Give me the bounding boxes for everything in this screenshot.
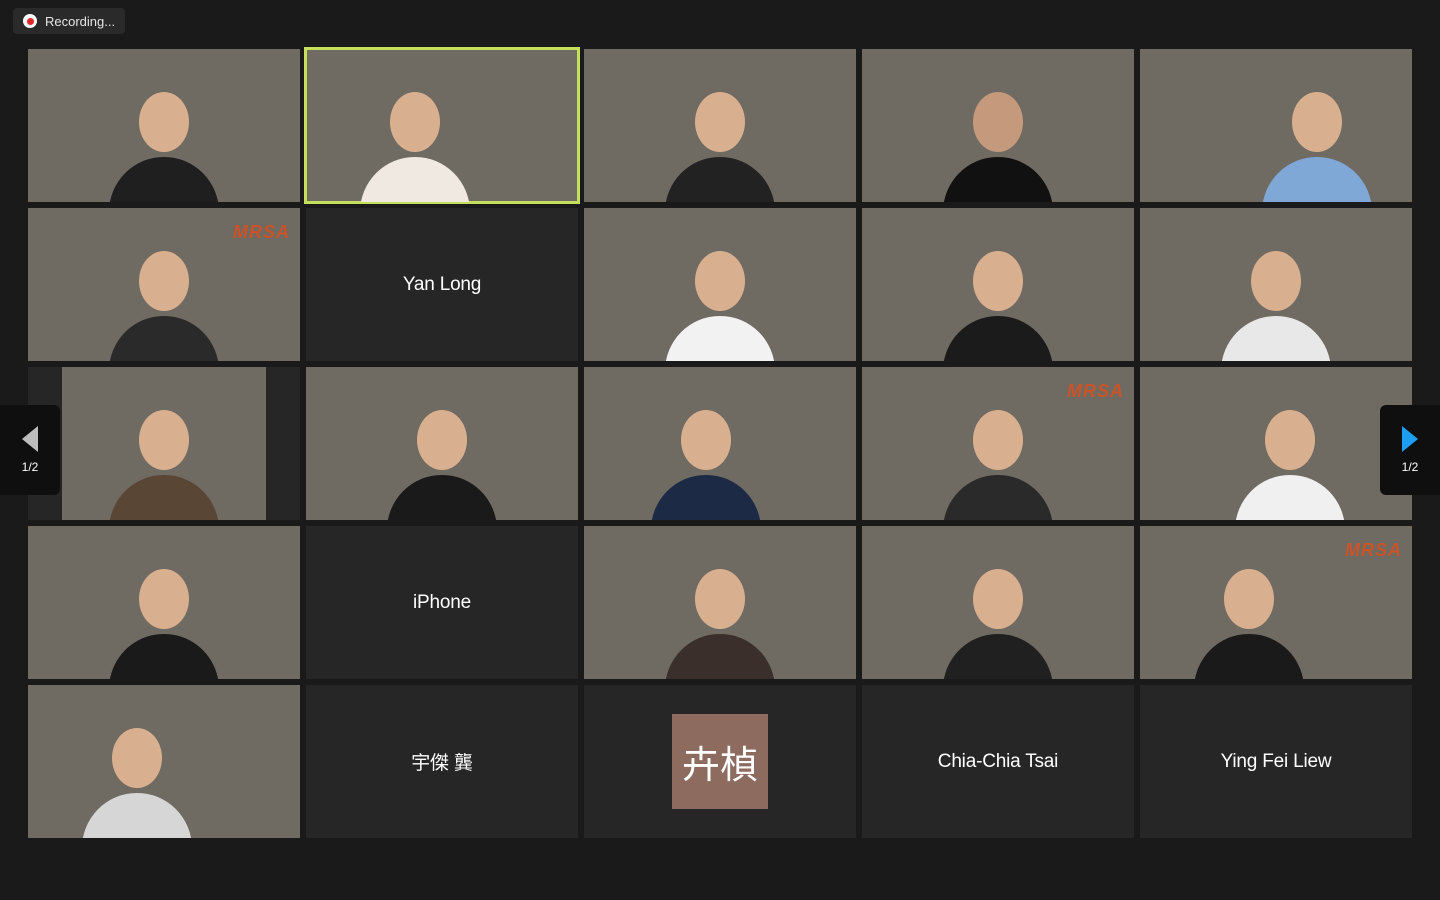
participant-video bbox=[1221, 241, 1331, 361]
page-indicator: 1/2 bbox=[1401, 460, 1419, 474]
mrsa-logo: MRSA bbox=[1067, 381, 1124, 401]
participant-name: iPhone bbox=[413, 591, 471, 613]
participant-video bbox=[109, 400, 219, 520]
participant-video bbox=[943, 400, 1053, 520]
participant-video-tile[interactable] bbox=[28, 367, 300, 520]
active-speaker-video-tile[interactable] bbox=[304, 47, 580, 204]
participant-video bbox=[109, 559, 219, 679]
participant-video bbox=[665, 559, 775, 679]
participant-video-tile[interactable]: MRSA bbox=[862, 367, 1134, 520]
participant-video-tile[interactable] bbox=[862, 208, 1134, 361]
participant-video-tile[interactable] bbox=[28, 526, 300, 679]
participant-video-tile[interactable] bbox=[28, 685, 300, 838]
record-icon bbox=[23, 14, 37, 28]
participant-video-tile[interactable] bbox=[584, 367, 856, 520]
participant-video bbox=[359, 82, 470, 202]
participant-avatar-tile[interactable]: 卉楨 bbox=[584, 685, 856, 838]
previous-page-button[interactable]: 1/2 bbox=[0, 405, 60, 495]
participant-video-tile[interactable] bbox=[862, 49, 1134, 202]
participant-video-tile[interactable] bbox=[306, 367, 578, 520]
participant-video bbox=[1261, 82, 1372, 202]
participant-video-tile[interactable] bbox=[1140, 208, 1412, 361]
participant-video bbox=[81, 718, 192, 838]
participant-video-tile[interactable] bbox=[1140, 367, 1412, 520]
participant-video bbox=[387, 400, 497, 520]
arrow-left-icon bbox=[22, 426, 38, 452]
participant-video-tile[interactable]: MRSA bbox=[28, 208, 300, 361]
participant-name: Chia-Chia Tsai bbox=[937, 750, 1059, 772]
participant-video-tile[interactable] bbox=[28, 49, 300, 202]
recording-label: Recording... bbox=[45, 13, 116, 29]
recording-indicator[interactable]: Recording... bbox=[13, 8, 126, 34]
participant-video-tile[interactable] bbox=[862, 526, 1134, 679]
letterbox-right bbox=[266, 367, 300, 520]
participant-video bbox=[943, 82, 1053, 202]
page-indicator: 1/2 bbox=[21, 460, 39, 474]
participant-name-tile[interactable]: Ying Fei Liew bbox=[1140, 685, 1412, 838]
participant-video-tile[interactable] bbox=[584, 49, 856, 202]
participant-name-tile[interactable]: 宇傑 龔 bbox=[306, 685, 578, 838]
participant-video-tile[interactable] bbox=[584, 526, 856, 679]
participant-name-tile[interactable]: Yan Long bbox=[306, 208, 578, 361]
participant-video bbox=[1234, 400, 1345, 520]
participant-grid: MRSA Yan Long MRSA iPhone MRSA 宇傑 龔 卉楨 C… bbox=[28, 47, 1412, 838]
participant-name: Ying Fei Liew bbox=[1220, 750, 1332, 772]
participant-video-tile[interactable] bbox=[1140, 49, 1412, 202]
participant-video-tile[interactable]: MRSA bbox=[1140, 526, 1412, 679]
participant-video bbox=[665, 82, 775, 202]
participant-avatar: 卉楨 bbox=[672, 714, 768, 809]
participant-video bbox=[651, 400, 762, 520]
mrsa-logo: MRSA bbox=[1345, 540, 1402, 560]
arrow-right-icon bbox=[1402, 426, 1418, 452]
mrsa-logo: MRSA bbox=[233, 222, 290, 242]
participant-name-tile[interactable]: Chia-Chia Tsai bbox=[862, 685, 1134, 838]
participant-video bbox=[109, 241, 219, 361]
participant-video bbox=[943, 559, 1053, 679]
participant-name: 宇傑 龔 bbox=[411, 753, 473, 774]
participant-name-tile[interactable]: iPhone bbox=[306, 526, 578, 679]
participant-video bbox=[1193, 559, 1304, 679]
participant-video bbox=[943, 241, 1053, 361]
next-page-button[interactable]: 1/2 bbox=[1380, 405, 1440, 495]
participant-video bbox=[665, 241, 775, 361]
meeting-gallery-view: Recording... MRSA Yan Long MRSA iPhone M… bbox=[0, 0, 1440, 900]
participant-video bbox=[109, 82, 219, 202]
participant-video-tile[interactable] bbox=[584, 208, 856, 361]
participant-name: Yan Long bbox=[402, 273, 482, 295]
